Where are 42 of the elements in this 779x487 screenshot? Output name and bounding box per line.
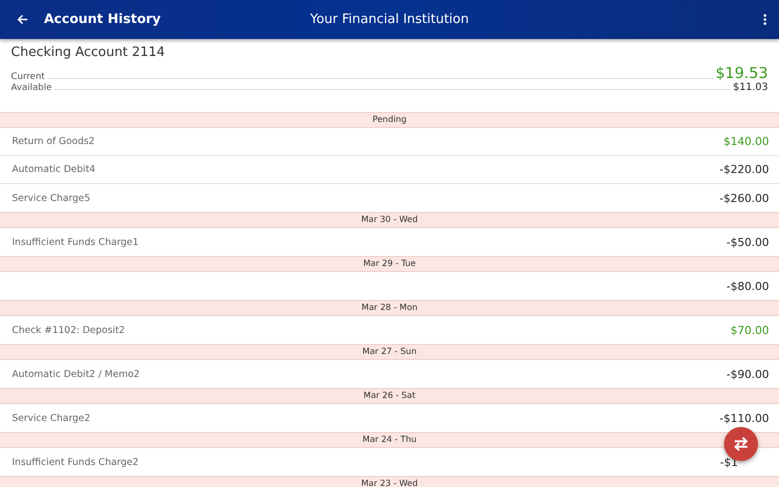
transaction-amount: $70.00 (730, 324, 769, 336)
transaction-row[interactable]: Check #1102: Deposit2 $70.00 (0, 316, 779, 344)
institution-name: Your Financial Institution (310, 12, 469, 27)
transaction-description: Insufficient Funds Charge1 (12, 236, 139, 248)
section-header: Pending (0, 112, 779, 128)
screen-title: Account History (44, 12, 161, 27)
transaction-row[interactable]: Return of Goods2 $140.00 (0, 128, 779, 156)
transaction-row[interactable]: -$80.00 (0, 272, 779, 300)
balance-amount: $19.53 (716, 64, 768, 82)
transaction-row[interactable]: Insufficient Funds Charge1 -$50.00 (0, 228, 779, 256)
transaction-amount: -$90.00 (726, 368, 769, 380)
transaction-description: Service Charge2 (12, 412, 90, 424)
section-header: Mar 23 - Wed (0, 476, 779, 487)
swap-arrows-icon (732, 435, 750, 453)
transaction-amount: -$260.00 (720, 192, 769, 204)
transaction-description: Service Charge5 (12, 192, 90, 204)
section-header: Mar 30 - Wed (0, 212, 779, 228)
section-header: Mar 29 - Tue (0, 256, 779, 272)
section-header: Mar 24 - Thu (0, 432, 779, 448)
transaction-description: Automatic Debit4 (12, 164, 96, 175)
transaction-amount: $140.00 (724, 135, 769, 148)
more-options-icon[interactable] (763, 13, 767, 26)
transaction-row[interactable]: Automatic Debit2 / Memo2 -$90.00 (0, 360, 779, 388)
transaction-row[interactable]: Automatic Debit4 -$220.00 (0, 156, 779, 184)
transaction-row[interactable]: Service Charge2 -$110.00 (0, 404, 779, 432)
balance-amount: $11.03 (733, 82, 768, 93)
transaction-description: Automatic Debit2 / Memo2 (12, 368, 140, 380)
account-name: Checking Account 2114 (11, 45, 166, 60)
transaction-description: Return of Goods2 (12, 136, 95, 147)
transaction-amount: -$80.00 (726, 280, 769, 292)
transaction-amount: -$220.00 (720, 163, 769, 176)
transaction-amount: -$50.00 (726, 236, 769, 248)
section-header: Mar 27 - Sun (0, 344, 779, 360)
section-header: Mar 28 - Mon (0, 300, 779, 316)
transaction-description: Insufficient Funds Charge2 (12, 456, 139, 468)
back-arrow-icon[interactable] (16, 13, 29, 26)
balance-label: Current (11, 72, 45, 82)
transaction-amount: -$110.00 (720, 412, 769, 424)
section-header: Mar 26 - Sat (0, 388, 779, 404)
transaction-row[interactable]: Service Charge5 -$260.00 (0, 184, 779, 212)
transaction-description: Check #1102: Deposit2 (12, 324, 125, 336)
balance-label: Available (11, 83, 52, 93)
